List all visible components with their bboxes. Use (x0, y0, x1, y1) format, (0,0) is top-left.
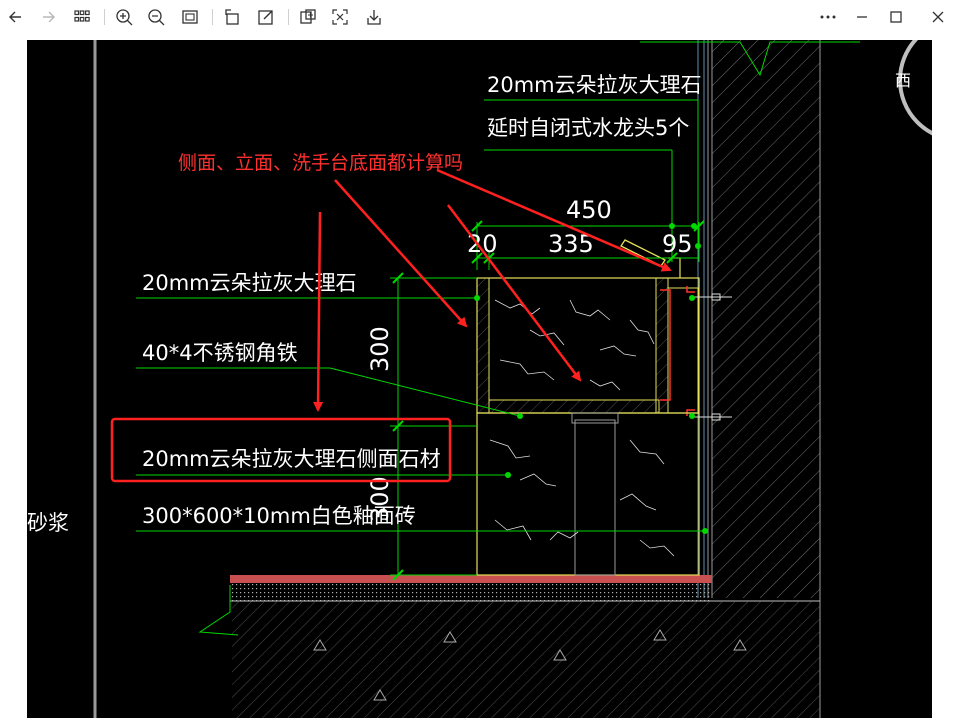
maximize-icon (890, 11, 902, 23)
mortar-layer (230, 583, 712, 601)
back-arrow-icon (9, 11, 21, 23)
expand-button[interactable] (326, 4, 354, 30)
floor-tile-line (230, 575, 712, 583)
grid-view-button[interactable] (68, 4, 96, 30)
viewer-toolbar (0, 0, 960, 40)
rotate-icon (225, 9, 239, 25)
label-tile: 300*600*10mm白色釉面砖 (142, 504, 416, 528)
label-angle-iron: 40*4不锈钢角铁 (142, 341, 298, 365)
dim-height-upper: 300 (366, 326, 394, 372)
close-button[interactable] (924, 4, 952, 30)
backsplash (667, 287, 699, 414)
back-button[interactable] (2, 4, 30, 30)
leader-dots (474, 223, 708, 534)
minimize-button[interactable] (848, 4, 876, 30)
cabinet-outline (476, 412, 700, 576)
dim-right: 95 (662, 230, 693, 258)
annotation-question: 侧面、立面、洗手台底面都计算吗 (178, 152, 463, 174)
label-top-marble: 20mm云朵拉灰大理石 (487, 73, 702, 97)
zoom-out-button[interactable] (142, 4, 170, 30)
zoom-in-icon (116, 9, 133, 26)
drain-cap (571, 412, 619, 424)
drawing-canvas[interactable]: 西 450 20 335 95 300 300 20mm云朵拉灰大理石 延时自闭… (27, 40, 932, 718)
label-faucet: 延时自闭式水龙头5个 (487, 116, 689, 140)
angle-iron-bracket (686, 286, 695, 293)
zoom-in-button[interactable] (110, 4, 138, 30)
crop-button[interactable] (294, 4, 322, 30)
label-side-marble: 20mm云朵拉灰大理石侧面石材 (142, 447, 441, 471)
forward-button[interactable] (34, 4, 62, 30)
drain-pipe (574, 419, 616, 576)
rotate-button[interactable] (218, 4, 246, 30)
forward-arrow-icon (43, 11, 55, 23)
basin-bottom-slab (488, 399, 660, 414)
save-button[interactable] (360, 4, 388, 30)
toolbar-separator (212, 9, 213, 25)
cad-drawing: 西 450 20 335 95 300 300 20mm云朵拉灰大理石 延时自闭… (27, 40, 932, 718)
toolbar-separator (288, 9, 289, 25)
grid-view-icon (74, 10, 90, 22)
slab-hatch (232, 601, 820, 718)
fit-screen-icon (182, 10, 198, 24)
edit-icon (258, 10, 273, 25)
toolbar-separator (104, 9, 105, 25)
save-icon (367, 10, 381, 25)
section-circle (898, 40, 932, 136)
fit-screen-button[interactable] (176, 4, 204, 30)
marble-veins (489, 299, 675, 557)
zoom-out-icon (148, 9, 165, 26)
label-left-marble: 20mm云朵拉灰大理石 (142, 271, 357, 295)
more-icon (820, 15, 836, 19)
maximize-button[interactable] (882, 4, 910, 30)
wall-hatch (712, 40, 820, 598)
direction-label: 西 (895, 71, 911, 90)
dim-width-total: 450 (566, 196, 612, 224)
more-button[interactable] (814, 4, 842, 30)
dimension-lines (390, 222, 700, 576)
basin-right-slab (655, 277, 669, 414)
edit-button[interactable] (252, 4, 280, 30)
label-mortar: 砂浆 (27, 511, 69, 535)
expand-icon (332, 9, 348, 25)
minimize-icon (857, 16, 867, 18)
crop-icon (300, 9, 316, 24)
annotation-arrows (313, 168, 672, 412)
close-icon (932, 11, 944, 23)
